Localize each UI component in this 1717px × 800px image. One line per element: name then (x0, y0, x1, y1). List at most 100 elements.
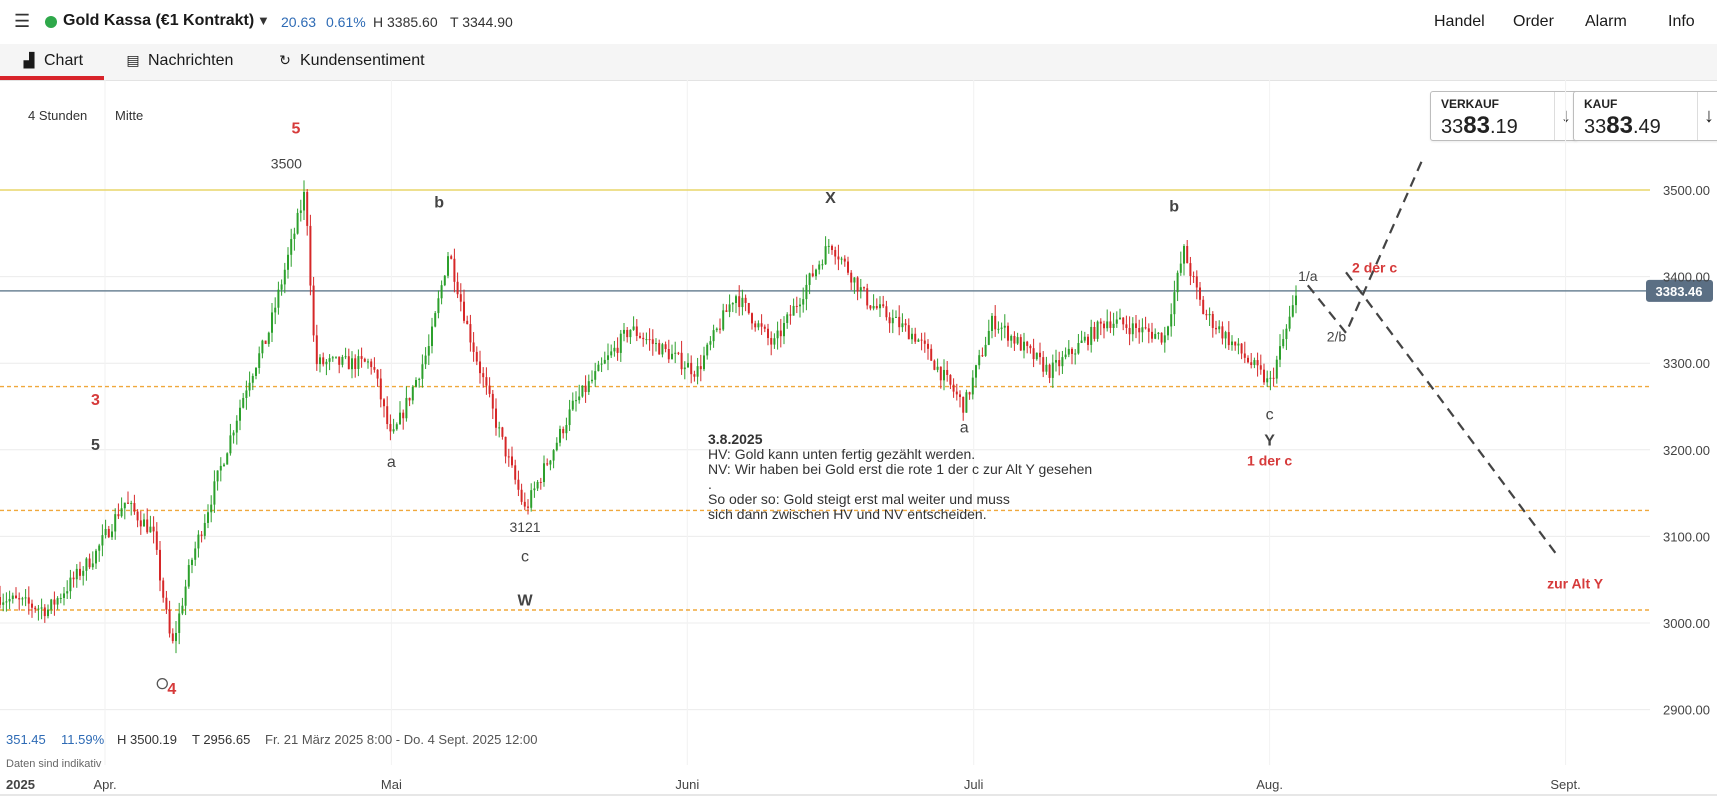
candle-body (571, 400, 574, 410)
tab-kundensentiment[interactable]: ↻ Kundensentiment (276, 52, 424, 78)
instrument-selector[interactable]: Gold Kassa (€1 Kontrakt) (63, 12, 254, 30)
candle-body (411, 386, 414, 401)
candle-body (770, 338, 773, 345)
candle-body (312, 285, 315, 336)
candle-body (277, 289, 280, 308)
candle-body (491, 393, 494, 409)
candle-body (1029, 345, 1032, 349)
candle-body (283, 269, 286, 285)
candle-body (376, 369, 379, 379)
note-line: NV: Wir haben bei Gold erst die rote 1 d… (708, 461, 1092, 477)
wave-label: a (960, 419, 969, 436)
stat-high: H 3500.19 (117, 732, 177, 747)
candle-body (191, 559, 193, 566)
x-tick-label: 2025 (6, 777, 35, 792)
nav-info[interactable]: Info (1668, 13, 1695, 31)
candle-body (450, 256, 453, 259)
candle-body (216, 470, 219, 482)
candle-body (232, 432, 235, 436)
candle-body (527, 506, 529, 508)
nav-alarm[interactable]: Alarm (1585, 13, 1627, 31)
candle-body (360, 356, 363, 359)
candle-body (488, 385, 491, 394)
tab-chart[interactable]: ▟ Chart (20, 52, 84, 78)
candle-body (1019, 337, 1022, 351)
candle-body (504, 436, 507, 457)
chart-bars-icon: ▟ (23, 52, 35, 68)
candle-body (37, 608, 40, 610)
candle-body (619, 333, 622, 353)
candle-body (1144, 327, 1147, 329)
candle-body (98, 545, 101, 551)
candle-body (539, 481, 542, 483)
candle-body (1221, 326, 1224, 339)
candle-body (821, 264, 824, 266)
candle-body (997, 328, 1000, 330)
candle-body (610, 351, 613, 356)
candle-body (405, 397, 408, 419)
candle-body (101, 535, 104, 546)
candle-body (863, 287, 865, 289)
candle-body (741, 297, 744, 308)
candle-body (280, 284, 283, 290)
top-bar: ☰ Gold Kassa (€1 Kontrakt) ▼ 20.63 0.61%… (0, 0, 1717, 45)
candle-body (479, 361, 481, 374)
candle-body (891, 317, 894, 324)
tab-bar: ▟ Chart ▤ Nachrichten ↻ Kundensentiment (0, 44, 1717, 81)
chevron-down-icon[interactable]: ▼ (257, 13, 270, 28)
candle-body (1218, 326, 1221, 330)
candle-body (1253, 360, 1256, 365)
candle-body (165, 597, 168, 610)
candle-body (1003, 325, 1006, 328)
candle-body (965, 392, 968, 413)
candle-body (901, 323, 904, 328)
candle-body (971, 377, 974, 395)
tab-nachrichten[interactable]: ▤ Nachrichten (124, 52, 233, 78)
stat-low: T 2956.65 (192, 732, 250, 747)
candle-body (373, 367, 376, 370)
candle-body (1224, 332, 1227, 339)
candle-body (31, 603, 33, 608)
candle-body (712, 330, 715, 342)
price-chart[interactable]: 3383.46 53500b Xb1/a2 der c2/b35aacY1 der… (0, 80, 1717, 800)
candle-body (1282, 339, 1285, 347)
candle-body (456, 281, 459, 295)
candle-body (143, 519, 145, 527)
candle-body (715, 328, 718, 331)
candle-body (213, 481, 216, 505)
candle-body (879, 304, 881, 309)
candle-body (949, 374, 952, 385)
candle-body (1263, 369, 1265, 383)
candle-body (399, 412, 401, 425)
candle-body (591, 379, 593, 382)
candle-body (792, 305, 795, 316)
candle-body (1071, 348, 1073, 354)
candle-body (587, 381, 590, 393)
candle-body (597, 364, 600, 372)
candle-body (255, 367, 257, 376)
candle-body (427, 346, 430, 356)
candle-body (811, 273, 814, 277)
nav-handel[interactable]: Handel (1434, 13, 1485, 31)
candle-body (1237, 343, 1240, 346)
wave-label: 3121 (509, 519, 540, 535)
y-tick-label: 3500.00 (1663, 183, 1710, 198)
candle-body (955, 391, 958, 395)
candle-body (533, 488, 536, 491)
candle-body (184, 586, 187, 606)
stats-row: 351.45 11.59% H 3500.19 T 2956.65 Fr. 21 Mär… (6, 732, 537, 770)
candle-body (754, 323, 757, 328)
candle-body (843, 258, 846, 262)
candle-body (933, 360, 936, 370)
candle-body (347, 356, 350, 370)
candle-body (603, 359, 606, 364)
candle-body (1163, 335, 1166, 343)
candle-body (437, 298, 440, 314)
candle-body (287, 254, 289, 270)
hamburger-menu-icon[interactable]: ☰ (14, 12, 32, 30)
nav-order[interactable]: Order (1513, 13, 1554, 31)
candle-body (616, 347, 619, 353)
candle-body (904, 323, 907, 326)
candle-body (127, 502, 129, 504)
candle-body (767, 328, 769, 339)
